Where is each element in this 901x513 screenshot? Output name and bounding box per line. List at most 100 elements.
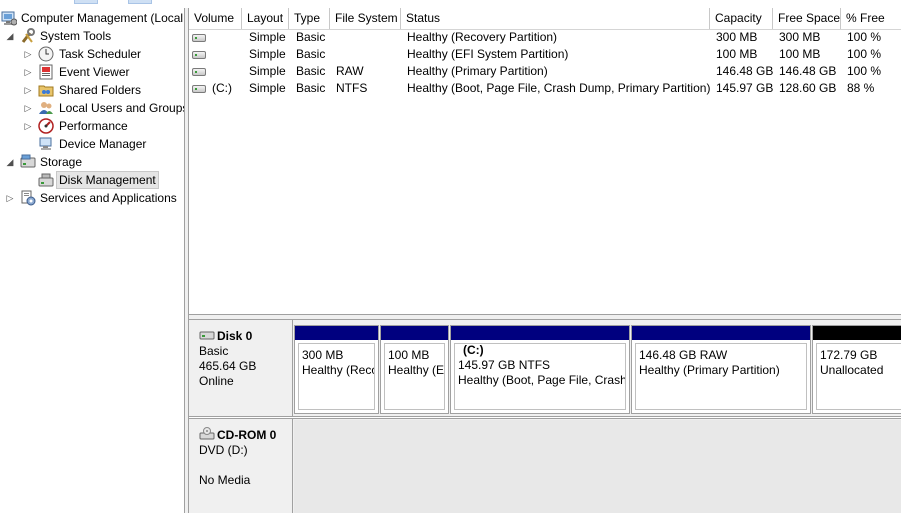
- partition-recovery[interactable]: 300 MB Healthy (Reco: [294, 325, 379, 414]
- cdrom-0-area: [294, 420, 901, 513]
- tree-item-shared-folders[interactable]: ▷ Shared Folders: [0, 81, 184, 99]
- cell-percent-free: 100 %: [847, 64, 882, 78]
- expand-arrow-icon[interactable]: ▷: [5, 189, 15, 207]
- column-header-capacity[interactable]: Capacity: [710, 8, 773, 29]
- cell-percent-free: 100 %: [847, 47, 882, 61]
- cell-free-space: 300 MB: [779, 30, 821, 44]
- tree-item-disk-management[interactable]: Disk Management: [0, 171, 184, 189]
- column-header-layout[interactable]: Layout: [242, 8, 289, 29]
- expand-arrow-icon[interactable]: ▷: [23, 99, 33, 117]
- event-viewer-icon: [38, 64, 54, 80]
- partition-unallocated[interactable]: 172.79 GB Unallocated: [812, 325, 901, 414]
- partition-status: Healthy (Boot, Page File, Crash: [458, 373, 626, 387]
- cell-percent-free: 88 %: [847, 81, 875, 95]
- window-top-strip: [0, 0, 901, 8]
- unallocated-header-bar: [813, 326, 901, 340]
- partition-size: 172.79 GB: [820, 348, 878, 362]
- expand-arrow-icon[interactable]: ▷: [23, 117, 33, 135]
- computer-management-icon: [1, 10, 18, 26]
- tree-item-performance[interactable]: ▷ Performance: [0, 117, 184, 135]
- partition-size: 100 MB: [388, 348, 430, 362]
- tree-item-storage[interactable]: ◢ Storage: [0, 153, 184, 171]
- partition-header-bar: [632, 326, 810, 340]
- table-row[interactable]: Simple Basic Healthy (Recovery Partition…: [189, 29, 901, 46]
- expand-arrow-icon[interactable]: ▷: [23, 45, 33, 63]
- cell-layout: Simple: [249, 64, 286, 78]
- partition-raw[interactable]: 146.48 GB RAW Healthy (Primary Partition…: [631, 325, 811, 414]
- partition-body: 100 MB Healthy (E: [384, 343, 445, 410]
- tree-item-task-scheduler[interactable]: ▷ Task Scheduler: [0, 45, 184, 63]
- tree-label: System Tools: [40, 29, 112, 43]
- disk-state: Online: [199, 374, 234, 388]
- cell-type: Basic: [296, 47, 326, 61]
- collapse-arrow-icon[interactable]: ◢: [5, 27, 15, 45]
- column-header-file-system[interactable]: File System: [330, 8, 401, 29]
- tree-item-services-applications[interactable]: ▷ Services and Applications: [0, 189, 184, 207]
- column-header-percent-free[interactable]: % Free: [841, 8, 901, 29]
- tree-label: Disk Management: [56, 171, 159, 189]
- system-tools-icon: [20, 28, 36, 44]
- column-header-free-space[interactable]: Free Space: [773, 8, 841, 29]
- partition-header-bar: [381, 326, 448, 340]
- tree-item-local-users[interactable]: ▷ Local Users and Groups: [0, 99, 184, 117]
- partition-header-bar: [295, 326, 378, 340]
- partition-body: 146.48 GB RAW Healthy (Primary Partition…: [635, 343, 807, 410]
- tree-label: Performance: [59, 119, 128, 133]
- expand-arrow-icon[interactable]: ▷: [23, 63, 33, 81]
- performance-icon: [38, 118, 54, 134]
- cell-status: Healthy (EFI System Partition): [407, 47, 569, 61]
- tree-label: Device Manager: [59, 137, 147, 151]
- column-header-type[interactable]: Type: [289, 8, 330, 29]
- cell-type: Basic: [296, 30, 326, 44]
- collapse-arrow-icon[interactable]: ◢: [5, 153, 15, 171]
- tree-label: Storage: [40, 155, 83, 169]
- tree-item-event-viewer[interactable]: ▷ Event Viewer: [0, 63, 184, 81]
- partition-c[interactable]: (C:) 145.97 GB NTFS Healthy (Boot, Page …: [450, 325, 630, 414]
- toolbar-remnant: [128, 0, 152, 4]
- partition-status: Healthy (Primary Partition): [639, 363, 780, 377]
- tree-item-device-manager[interactable]: Device Manager: [0, 135, 184, 153]
- shared-folder-icon: [38, 82, 54, 98]
- expand-arrow-icon[interactable]: ▷: [23, 81, 33, 99]
- partition-status: Healthy (Reco: [302, 363, 375, 377]
- tree-label: Services and Applications: [40, 191, 177, 205]
- cdrom-0-label[interactable]: CD-ROM 0 DVD (D:) No Media: [189, 419, 293, 513]
- cell-status: Healthy (Recovery Partition): [407, 30, 558, 44]
- disk-0-label[interactable]: Disk 0 Basic 465.64 GB Online: [189, 320, 293, 416]
- toolbar-remnant: [74, 0, 98, 4]
- cell-percent-free: 100 %: [847, 30, 882, 44]
- disk-row-separator: [189, 416, 901, 419]
- drive-icon: [192, 85, 206, 93]
- disk-management-icon: [38, 172, 54, 188]
- volume-list: Volume Layout Type File System Status Ca…: [189, 8, 901, 314]
- tree-label: Task Scheduler: [59, 47, 142, 61]
- partition-size: 300 MB: [302, 348, 344, 362]
- partition-size: 145.97 GB NTFS: [458, 358, 551, 372]
- table-row[interactable]: Simple Basic RAW Healthy (Primary Partit…: [189, 63, 901, 80]
- disk-type: Basic: [199, 344, 229, 358]
- column-header-status[interactable]: Status: [401, 8, 710, 29]
- console-tree: Computer Management (Local ◢ System Tool…: [0, 8, 184, 513]
- partition-efi[interactable]: 100 MB Healthy (E: [380, 325, 449, 414]
- cell-layout: Simple: [249, 81, 286, 95]
- cell-status: Healthy (Boot, Page File, Crash Dump, Pr…: [407, 81, 711, 95]
- tree-item-computer-management[interactable]: Computer Management (Local: [0, 9, 184, 27]
- tree-label: Local Users and Groups: [59, 101, 184, 115]
- partition-status: Unallocated: [820, 363, 884, 377]
- cell-type: Basic: [296, 64, 326, 78]
- cell-capacity: 146.48 GB: [716, 64, 774, 78]
- disk-graphical-view: Disk 0 Basic 465.64 GB Online 300 MB Hea…: [189, 320, 901, 513]
- cdrom-media: No Media: [199, 473, 251, 487]
- volume-list-header: Volume Layout Type File System Status Ca…: [189, 8, 901, 30]
- tree-label: Computer Management (Local: [21, 11, 184, 25]
- table-row[interactable]: (C:) Simple Basic NTFS Healthy (Boot, Pa…: [189, 80, 901, 97]
- tree-label: Event Viewer: [59, 65, 130, 79]
- tree-item-system-tools[interactable]: ◢ System Tools: [0, 27, 184, 45]
- drive-icon: [192, 51, 206, 59]
- disk-size: 465.64 GB: [199, 359, 257, 373]
- column-header-volume[interactable]: Volume: [189, 8, 242, 29]
- partition-status: Healthy (E: [388, 363, 445, 377]
- table-row[interactable]: Simple Basic Healthy (EFI System Partiti…: [189, 46, 901, 63]
- partition-body: 172.79 GB Unallocated: [816, 343, 901, 410]
- disk-0-partitions: 300 MB Healthy (Reco 100 MB Healthy (E (…: [294, 320, 901, 416]
